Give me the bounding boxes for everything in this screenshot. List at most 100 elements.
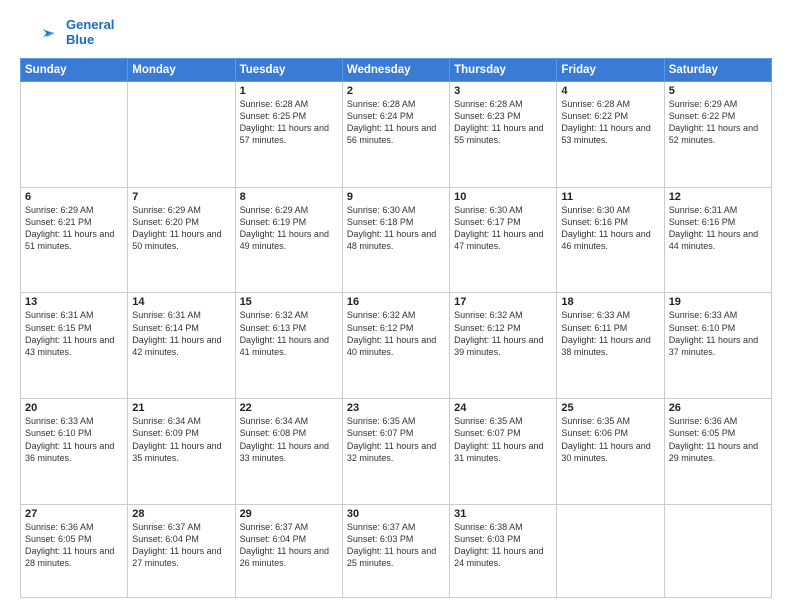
calendar-cell: 6Sunrise: 6:29 AM Sunset: 6:21 PM Daylig…	[21, 187, 128, 293]
calendar-cell: 20Sunrise: 6:33 AM Sunset: 6:10 PM Dayli…	[21, 399, 128, 505]
weekday-header-row: SundayMondayTuesdayWednesdayThursdayFrid…	[21, 58, 772, 81]
day-number: 2	[347, 85, 445, 97]
cell-info: Sunrise: 6:32 AM Sunset: 6:13 PM Dayligh…	[240, 309, 338, 358]
cell-info: Sunrise: 6:34 AM Sunset: 6:09 PM Dayligh…	[132, 415, 230, 464]
logo: General Blue	[20, 18, 114, 48]
calendar-cell: 8Sunrise: 6:29 AM Sunset: 6:19 PM Daylig…	[235, 187, 342, 293]
day-number: 6	[25, 191, 123, 203]
cell-info: Sunrise: 6:36 AM Sunset: 6:05 PM Dayligh…	[669, 415, 767, 464]
calendar-cell: 27Sunrise: 6:36 AM Sunset: 6:05 PM Dayli…	[21, 505, 128, 598]
calendar-cell: 4Sunrise: 6:28 AM Sunset: 6:22 PM Daylig…	[557, 81, 664, 187]
cell-info: Sunrise: 6:35 AM Sunset: 6:06 PM Dayligh…	[561, 415, 659, 464]
day-number: 24	[454, 402, 552, 414]
calendar-cell: 15Sunrise: 6:32 AM Sunset: 6:13 PM Dayli…	[235, 293, 342, 399]
cell-info: Sunrise: 6:30 AM Sunset: 6:16 PM Dayligh…	[561, 204, 659, 253]
cell-info: Sunrise: 6:37 AM Sunset: 6:04 PM Dayligh…	[240, 521, 338, 570]
weekday-friday: Friday	[557, 58, 664, 81]
cell-info: Sunrise: 6:31 AM Sunset: 6:16 PM Dayligh…	[669, 204, 767, 253]
calendar-cell: 13Sunrise: 6:31 AM Sunset: 6:15 PM Dayli…	[21, 293, 128, 399]
cell-info: Sunrise: 6:34 AM Sunset: 6:08 PM Dayligh…	[240, 415, 338, 464]
cell-info: Sunrise: 6:29 AM Sunset: 6:19 PM Dayligh…	[240, 204, 338, 253]
day-number: 27	[25, 508, 123, 520]
weekday-wednesday: Wednesday	[342, 58, 449, 81]
cell-info: Sunrise: 6:35 AM Sunset: 6:07 PM Dayligh…	[454, 415, 552, 464]
page: General Blue SundayMondayTuesdayWednesda…	[0, 0, 792, 612]
weekday-tuesday: Tuesday	[235, 58, 342, 81]
cell-info: Sunrise: 6:31 AM Sunset: 6:14 PM Dayligh…	[132, 309, 230, 358]
cell-info: Sunrise: 6:33 AM Sunset: 6:11 PM Dayligh…	[561, 309, 659, 358]
day-number: 8	[240, 191, 338, 203]
day-number: 20	[25, 402, 123, 414]
calendar-cell: 29Sunrise: 6:37 AM Sunset: 6:04 PM Dayli…	[235, 505, 342, 598]
cell-info: Sunrise: 6:28 AM Sunset: 6:24 PM Dayligh…	[347, 98, 445, 147]
day-number: 9	[347, 191, 445, 203]
calendar-cell: 7Sunrise: 6:29 AM Sunset: 6:20 PM Daylig…	[128, 187, 235, 293]
cell-info: Sunrise: 6:29 AM Sunset: 6:21 PM Dayligh…	[25, 204, 123, 253]
calendar-cell: 9Sunrise: 6:30 AM Sunset: 6:18 PM Daylig…	[342, 187, 449, 293]
day-number: 19	[669, 296, 767, 308]
calendar-table: SundayMondayTuesdayWednesdayThursdayFrid…	[20, 58, 772, 598]
calendar-cell: 10Sunrise: 6:30 AM Sunset: 6:17 PM Dayli…	[450, 187, 557, 293]
calendar-cell: 21Sunrise: 6:34 AM Sunset: 6:09 PM Dayli…	[128, 399, 235, 505]
day-number: 17	[454, 296, 552, 308]
weekday-monday: Monday	[128, 58, 235, 81]
day-number: 23	[347, 402, 445, 414]
week-row-2: 6Sunrise: 6:29 AM Sunset: 6:21 PM Daylig…	[21, 187, 772, 293]
calendar-cell: 14Sunrise: 6:31 AM Sunset: 6:14 PM Dayli…	[128, 293, 235, 399]
day-number: 29	[240, 508, 338, 520]
cell-info: Sunrise: 6:30 AM Sunset: 6:18 PM Dayligh…	[347, 204, 445, 253]
weekday-thursday: Thursday	[450, 58, 557, 81]
week-row-3: 13Sunrise: 6:31 AM Sunset: 6:15 PM Dayli…	[21, 293, 772, 399]
day-number: 18	[561, 296, 659, 308]
calendar-cell: 28Sunrise: 6:37 AM Sunset: 6:04 PM Dayli…	[128, 505, 235, 598]
calendar-cell: 25Sunrise: 6:35 AM Sunset: 6:06 PM Dayli…	[557, 399, 664, 505]
day-number: 21	[132, 402, 230, 414]
calendar-cell: 16Sunrise: 6:32 AM Sunset: 6:12 PM Dayli…	[342, 293, 449, 399]
cell-info: Sunrise: 6:35 AM Sunset: 6:07 PM Dayligh…	[347, 415, 445, 464]
weekday-sunday: Sunday	[21, 58, 128, 81]
weekday-saturday: Saturday	[664, 58, 771, 81]
cell-info: Sunrise: 6:28 AM Sunset: 6:23 PM Dayligh…	[454, 98, 552, 147]
day-number: 30	[347, 508, 445, 520]
cell-info: Sunrise: 6:33 AM Sunset: 6:10 PM Dayligh…	[25, 415, 123, 464]
calendar-cell: 11Sunrise: 6:30 AM Sunset: 6:16 PM Dayli…	[557, 187, 664, 293]
day-number: 10	[454, 191, 552, 203]
day-number: 5	[669, 85, 767, 97]
logo-general: General	[66, 18, 114, 33]
calendar-cell: 23Sunrise: 6:35 AM Sunset: 6:07 PM Dayli…	[342, 399, 449, 505]
day-number: 1	[240, 85, 338, 97]
day-number: 12	[669, 191, 767, 203]
calendar-cell: 31Sunrise: 6:38 AM Sunset: 6:03 PM Dayli…	[450, 505, 557, 598]
calendar-cell: 5Sunrise: 6:29 AM Sunset: 6:22 PM Daylig…	[664, 81, 771, 187]
day-number: 3	[454, 85, 552, 97]
week-row-1: 1Sunrise: 6:28 AM Sunset: 6:25 PM Daylig…	[21, 81, 772, 187]
day-number: 14	[132, 296, 230, 308]
calendar-cell: 26Sunrise: 6:36 AM Sunset: 6:05 PM Dayli…	[664, 399, 771, 505]
calendar-cell	[21, 81, 128, 187]
cell-info: Sunrise: 6:28 AM Sunset: 6:22 PM Dayligh…	[561, 98, 659, 147]
cell-info: Sunrise: 6:29 AM Sunset: 6:20 PM Dayligh…	[132, 204, 230, 253]
cell-info: Sunrise: 6:32 AM Sunset: 6:12 PM Dayligh…	[454, 309, 552, 358]
calendar-cell: 1Sunrise: 6:28 AM Sunset: 6:25 PM Daylig…	[235, 81, 342, 187]
day-number: 16	[347, 296, 445, 308]
cell-info: Sunrise: 6:28 AM Sunset: 6:25 PM Dayligh…	[240, 98, 338, 147]
cell-info: Sunrise: 6:29 AM Sunset: 6:22 PM Dayligh…	[669, 98, 767, 147]
calendar-cell: 24Sunrise: 6:35 AM Sunset: 6:07 PM Dayli…	[450, 399, 557, 505]
day-number: 15	[240, 296, 338, 308]
calendar-cell	[128, 81, 235, 187]
week-row-4: 20Sunrise: 6:33 AM Sunset: 6:10 PM Dayli…	[21, 399, 772, 505]
day-number: 4	[561, 85, 659, 97]
logo-bird-icon	[20, 23, 56, 43]
calendar-cell: 30Sunrise: 6:37 AM Sunset: 6:03 PM Dayli…	[342, 505, 449, 598]
day-number: 13	[25, 296, 123, 308]
calendar-cell	[664, 505, 771, 598]
logo-blue: Blue	[66, 33, 114, 48]
day-number: 7	[132, 191, 230, 203]
cell-info: Sunrise: 6:38 AM Sunset: 6:03 PM Dayligh…	[454, 521, 552, 570]
calendar-cell: 12Sunrise: 6:31 AM Sunset: 6:16 PM Dayli…	[664, 187, 771, 293]
day-number: 28	[132, 508, 230, 520]
cell-info: Sunrise: 6:32 AM Sunset: 6:12 PM Dayligh…	[347, 309, 445, 358]
cell-info: Sunrise: 6:37 AM Sunset: 6:04 PM Dayligh…	[132, 521, 230, 570]
calendar-cell: 3Sunrise: 6:28 AM Sunset: 6:23 PM Daylig…	[450, 81, 557, 187]
calendar-cell	[557, 505, 664, 598]
